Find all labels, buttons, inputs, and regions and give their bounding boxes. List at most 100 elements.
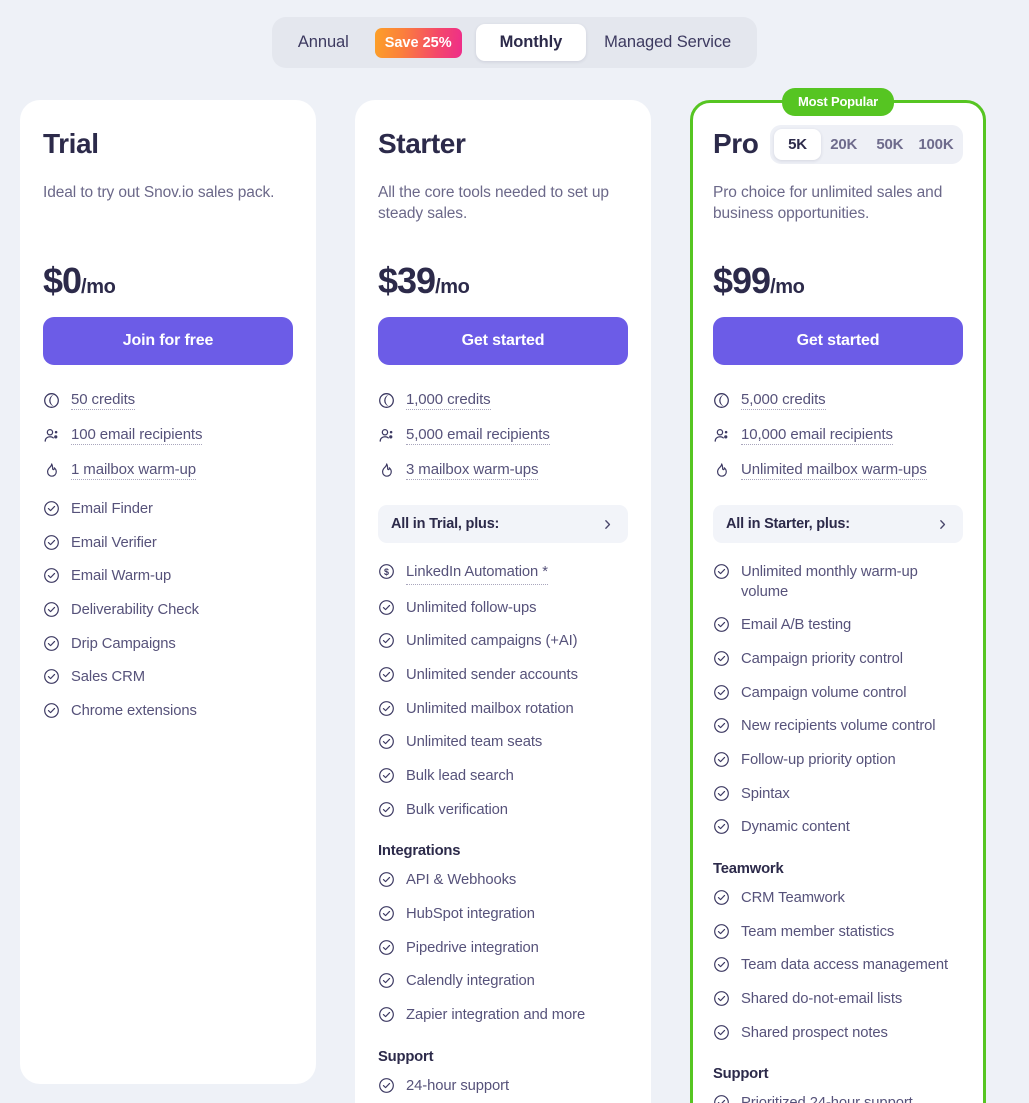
tier-option-50k[interactable]: 50K [867,129,913,160]
plan-price-starter: $39/mo [378,260,628,302]
pricing-card-pro: Most Popular Pro 5K 20K 50K 100K Pro choice fo… [690,88,986,1103]
icon-check-circle-icon [378,733,395,750]
feature-list: API & Webhooks HubSpot integration Pipedri… [378,871,628,1025]
accordion-all-in-pro[interactable]: All in Starter, plus: [713,505,963,543]
feature-list: 24-hour support [378,1077,628,1097]
feature-label: Unlimited monthly warm-up volume [741,564,918,600]
quota-label[interactable]: 1,000 credits [406,391,491,410]
tier-option-5k[interactable]: 5K [774,128,821,160]
icon-flame-icon [43,462,60,479]
tier-selector[interactable]: 5K 20K 50K 100K [770,124,963,164]
quota-row: 5,000 email recipients [378,426,628,445]
quota-label[interactable]: 10,000 email recipients [741,426,893,445]
section-title: Support [378,1048,434,1065]
quota-label[interactable]: 3 mailbox warm-ups [406,461,539,480]
cta-button-trial[interactable]: Join for free [43,317,293,365]
feature-row: Unlimited team seats [378,733,628,753]
save-discount-badge[interactable]: Save 25% [374,27,462,58]
quota-label[interactable]: 5,000 credits [741,391,826,410]
accordion-label: All in Trial, plus: [391,516,500,532]
icon-check-circle-icon [713,889,730,906]
feature-row: Shared prospect notes [713,1024,963,1044]
billing-option-managed-service[interactable]: Managed Service [586,24,749,61]
quota-row: 1,000 credits [378,391,628,410]
tier-option-20k[interactable]: 20K [821,129,867,160]
icon-check-circle-icon [43,500,60,517]
feature-row: Unlimited campaigns (+AI) [378,632,628,652]
feature-label: New recipients volume control [741,718,936,735]
feature-label: Shared prospect notes [741,1024,888,1041]
icon-check-circle-icon [713,1094,730,1103]
billing-option-annual[interactable]: Annual [280,24,367,61]
quota-label[interactable]: 1 mailbox warm-up [71,461,196,480]
billing-period-toggle[interactable]: Annual Save 25% Monthly Managed Service [271,17,758,68]
quota-list-starter: 1,000 credits 5,000 email recipients 3 mai… [378,391,628,480]
feature-row: Dynamic content [713,818,963,838]
feature-label: CRM Teamwork [741,890,845,907]
cta-button-starter[interactable]: Get started [378,317,628,365]
quota-list-trial: 50 credits 100 email recipients 1 mailbox … [43,391,293,480]
feature-row: $ LinkedIn Automation * [378,563,628,585]
icon-check-circle-icon [713,956,730,973]
feature-row: Sales CRM [43,668,293,688]
price-period: /mo [81,276,116,298]
feature-label: Email Warm-up [71,568,172,585]
feature-label: Email Verifier [71,534,157,551]
feature-row: Chrome extensions [43,702,293,722]
feature-row: Drip Campaigns [43,635,293,655]
icon-check-circle-icon [378,700,395,717]
feature-row: Calendly integration [378,972,628,992]
quota-list-pro: 5,000 credits 10,000 email recipients Unli… [713,391,963,480]
quota-label[interactable]: 50 credits [71,391,135,410]
icon-check-circle-icon [713,1024,730,1041]
feature-row: Prioritized 24-hour support [713,1094,963,1103]
feature-label: API & Webhooks [406,872,517,889]
card-header-pro: Pro 5K 20K 50K 100K [713,124,963,164]
icon-check-circle-icon [43,635,60,652]
icon-check-circle-icon [713,990,730,1007]
quota-label[interactable]: Unlimited mailbox warm-ups [741,461,927,480]
icon-check-circle-icon [43,601,60,618]
price-amount: $39 [378,260,436,301]
plan-price-trial: $0/mo [43,260,293,302]
billing-option-monthly[interactable]: Monthly [475,24,587,61]
feature-label: Email A/B testing [741,617,852,634]
accordion-label: All in Starter, plus: [726,516,850,532]
tier-option-100k[interactable]: 100K [913,129,959,160]
icon-check-circle-icon [378,1077,395,1094]
icon-check-circle-icon [43,534,60,551]
quota-label[interactable]: 100 email recipients [71,426,203,445]
cta-button-pro[interactable]: Get started [713,317,963,365]
icon-check-circle-icon [378,972,395,989]
feature-list: Prioritized 24-hour supportPersonal impl… [713,1094,963,1103]
quota-row: Unlimited mailbox warm-ups [713,461,963,480]
feature-row: New recipients volume control [713,717,963,737]
feature-label: 24-hour support [406,1077,509,1094]
icon-check-circle-icon [378,871,395,888]
billing-toggle-container: Annual Save 25% Monthly Managed Service [0,0,1029,68]
feature-label: Sales CRM [71,669,145,686]
icon-check-circle-icon [43,668,60,685]
icon-check-circle-icon [378,1006,395,1023]
quota-row: 10,000 email recipients [713,426,963,445]
quota-label[interactable]: 5,000 email recipients [406,426,550,445]
feature-row: CRM Teamwork [713,889,963,909]
feature-label[interactable]: LinkedIn Automation * [406,563,548,585]
feature-row: Campaign volume control [713,684,963,704]
feature-label: Spintax [741,785,790,802]
feature-label: Email Finder [71,501,153,517]
feature-row: Follow-up priority option [713,751,963,771]
feature-label: Dynamic content [741,819,850,836]
feature-row: Email Verifier [43,534,293,554]
icon-check-circle-icon [713,616,730,633]
chevron-right-icon [935,517,950,532]
feature-label: Campaign volume control [741,684,907,701]
icon-check-circle-icon [713,717,730,734]
feature-label: Shared do-not-email lists [741,991,903,1008]
accordion-all-in-starter[interactable]: All in Trial, plus: [378,505,628,543]
pricing-card-starter: Starter All the core tools needed to set … [355,100,651,1103]
icon-flame-icon [713,462,730,479]
quota-row: 5,000 credits [713,391,963,410]
icon-check-circle-icon [378,767,395,784]
feature-list: $ LinkedIn Automation * Unlimited follow-u… [378,563,628,820]
